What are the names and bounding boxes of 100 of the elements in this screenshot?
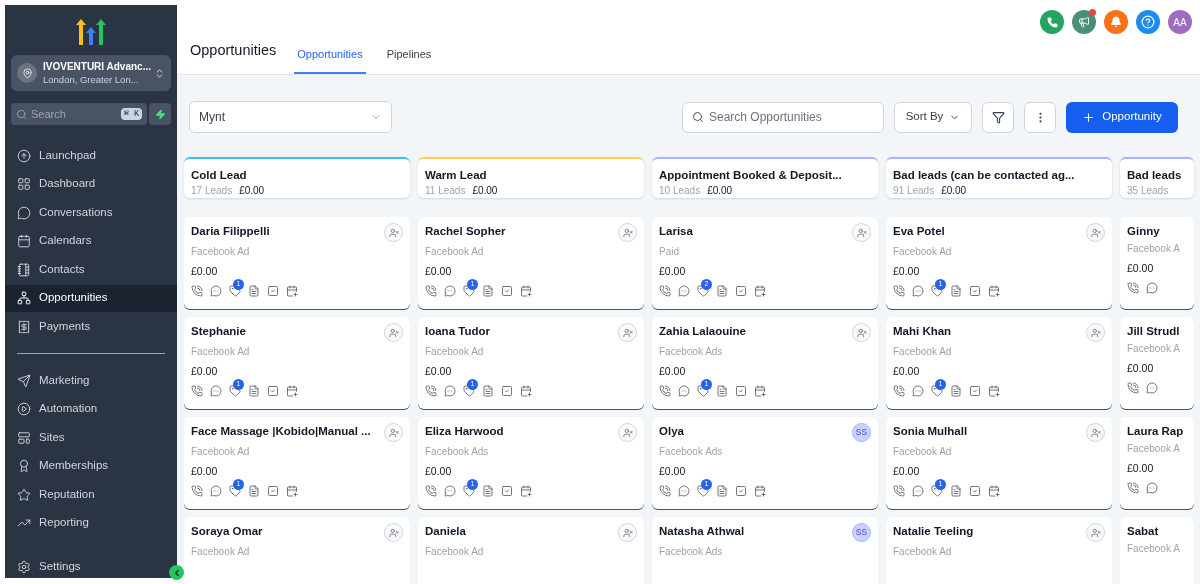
phone-icon[interactable] [425, 385, 437, 397]
calendar-add-icon[interactable] [520, 385, 532, 397]
tag-icon[interactable] [931, 485, 943, 497]
opportunity-card[interactable]: Ginny Facebook A £0.00 [1120, 217, 1194, 309]
tag-icon[interactable] [931, 385, 943, 397]
unassigned-user-icon[interactable] [384, 423, 403, 442]
filter-button[interactable] [982, 101, 1014, 133]
unassigned-user-icon[interactable] [384, 223, 403, 242]
unassigned-user-icon[interactable] [1086, 523, 1105, 542]
chat-icon[interactable] [444, 485, 456, 497]
document-icon[interactable] [950, 485, 962, 497]
phone-icon[interactable] [425, 285, 437, 297]
sidebar-item[interactable]: Conversations [5, 199, 177, 226]
phone-icon[interactable] [191, 385, 203, 397]
tag-icon[interactable] [463, 485, 475, 497]
chat-icon[interactable] [1146, 382, 1158, 394]
checkbox-icon[interactable] [969, 485, 981, 497]
document-icon[interactable] [248, 285, 260, 297]
chat-icon[interactable] [210, 385, 222, 397]
unassigned-user-icon[interactable] [1086, 223, 1105, 242]
phone-icon[interactable] [659, 285, 671, 297]
phone-button[interactable] [1040, 10, 1064, 34]
document-icon[interactable] [950, 385, 962, 397]
checkbox-icon[interactable] [735, 385, 747, 397]
phone-icon[interactable] [893, 285, 905, 297]
phone-icon[interactable] [1127, 482, 1139, 494]
document-icon[interactable] [482, 285, 494, 297]
phone-icon[interactable] [425, 485, 437, 497]
tag-icon[interactable] [697, 285, 709, 297]
chat-icon[interactable] [1146, 282, 1158, 294]
sidebar-item[interactable]: Sites [5, 424, 177, 451]
sidebar-item[interactable]: Payments [5, 313, 177, 340]
chat-icon[interactable] [912, 485, 924, 497]
unassigned-user-icon[interactable] [618, 423, 637, 442]
phone-icon[interactable] [1127, 282, 1139, 294]
unassigned-user-icon[interactable] [384, 323, 403, 342]
phone-icon[interactable] [1127, 382, 1139, 394]
notifications-button[interactable] [1104, 10, 1128, 34]
checkbox-icon[interactable] [267, 485, 279, 497]
settings-item[interactable]: Settings [5, 556, 93, 578]
phone-icon[interactable] [893, 385, 905, 397]
sort-by-button[interactable]: Sort By [894, 101, 972, 133]
tag-icon[interactable] [463, 385, 475, 397]
tab[interactable]: Pipelines [383, 45, 435, 74]
help-button[interactable] [1136, 10, 1160, 34]
opportunity-card[interactable]: Daniela Facebook Ad [418, 517, 644, 584]
chat-icon[interactable] [678, 285, 690, 297]
calendar-add-icon[interactable] [286, 385, 298, 397]
chat-icon[interactable] [210, 485, 222, 497]
unassigned-user-icon[interactable] [618, 523, 637, 542]
quick-action-button[interactable] [149, 103, 171, 125]
document-icon[interactable] [248, 385, 260, 397]
checkbox-icon[interactable] [501, 385, 513, 397]
calendar-add-icon[interactable] [286, 485, 298, 497]
announcement-button[interactable] [1072, 10, 1096, 34]
document-icon[interactable] [482, 485, 494, 497]
tag-icon[interactable] [697, 485, 709, 497]
document-icon[interactable] [482, 385, 494, 397]
chat-icon[interactable] [1146, 482, 1158, 494]
checkbox-icon[interactable] [267, 285, 279, 297]
chat-icon[interactable] [678, 385, 690, 397]
tag-icon[interactable] [229, 285, 241, 297]
tag-icon[interactable] [931, 285, 943, 297]
chat-icon[interactable] [678, 485, 690, 497]
checkbox-icon[interactable] [735, 485, 747, 497]
checkbox-icon[interactable] [969, 285, 981, 297]
unassigned-user-icon[interactable] [618, 323, 637, 342]
opportunity-card[interactable]: Natasha Athwal SS Facebook Ads [652, 517, 878, 584]
opportunity-card[interactable]: Soraya Omar Facebook Ad [184, 517, 410, 584]
phone-icon[interactable] [893, 485, 905, 497]
calendar-add-icon[interactable] [754, 285, 766, 297]
sidebar-item[interactable]: Automation [5, 395, 177, 423]
checkbox-icon[interactable] [735, 285, 747, 297]
unassigned-user-icon[interactable] [852, 223, 871, 242]
search-field[interactable]: Search ⌘ K [11, 103, 147, 125]
phone-icon[interactable] [191, 485, 203, 497]
document-icon[interactable] [716, 285, 728, 297]
phone-icon[interactable] [659, 485, 671, 497]
tag-icon[interactable] [229, 385, 241, 397]
calendar-add-icon[interactable] [988, 385, 1000, 397]
sidebar-item[interactable]: Opportunities [5, 284, 177, 312]
sidebar-item[interactable]: Memberships [5, 452, 177, 480]
unassigned-user-icon[interactable] [1086, 323, 1105, 342]
unassigned-user-icon[interactable] [384, 523, 403, 542]
user-avatar[interactable]: AA [1168, 10, 1192, 34]
checkbox-icon[interactable] [969, 385, 981, 397]
unassigned-user-icon[interactable] [852, 323, 871, 342]
checkbox-icon[interactable] [501, 285, 513, 297]
calendar-add-icon[interactable] [520, 285, 532, 297]
sidebar-item[interactable]: Marketing [5, 367, 177, 394]
opportunity-card[interactable]: Sabat Facebook A [1120, 517, 1194, 584]
chat-icon[interactable] [444, 385, 456, 397]
sidebar-item[interactable]: Reputation [5, 481, 177, 508]
calendar-add-icon[interactable] [520, 485, 532, 497]
phone-icon[interactable] [659, 385, 671, 397]
unassigned-user-icon[interactable] [1086, 423, 1105, 442]
chat-icon[interactable] [912, 385, 924, 397]
phone-icon[interactable] [191, 285, 203, 297]
sidebar-item[interactable]: Contacts [5, 256, 177, 283]
document-icon[interactable] [716, 485, 728, 497]
